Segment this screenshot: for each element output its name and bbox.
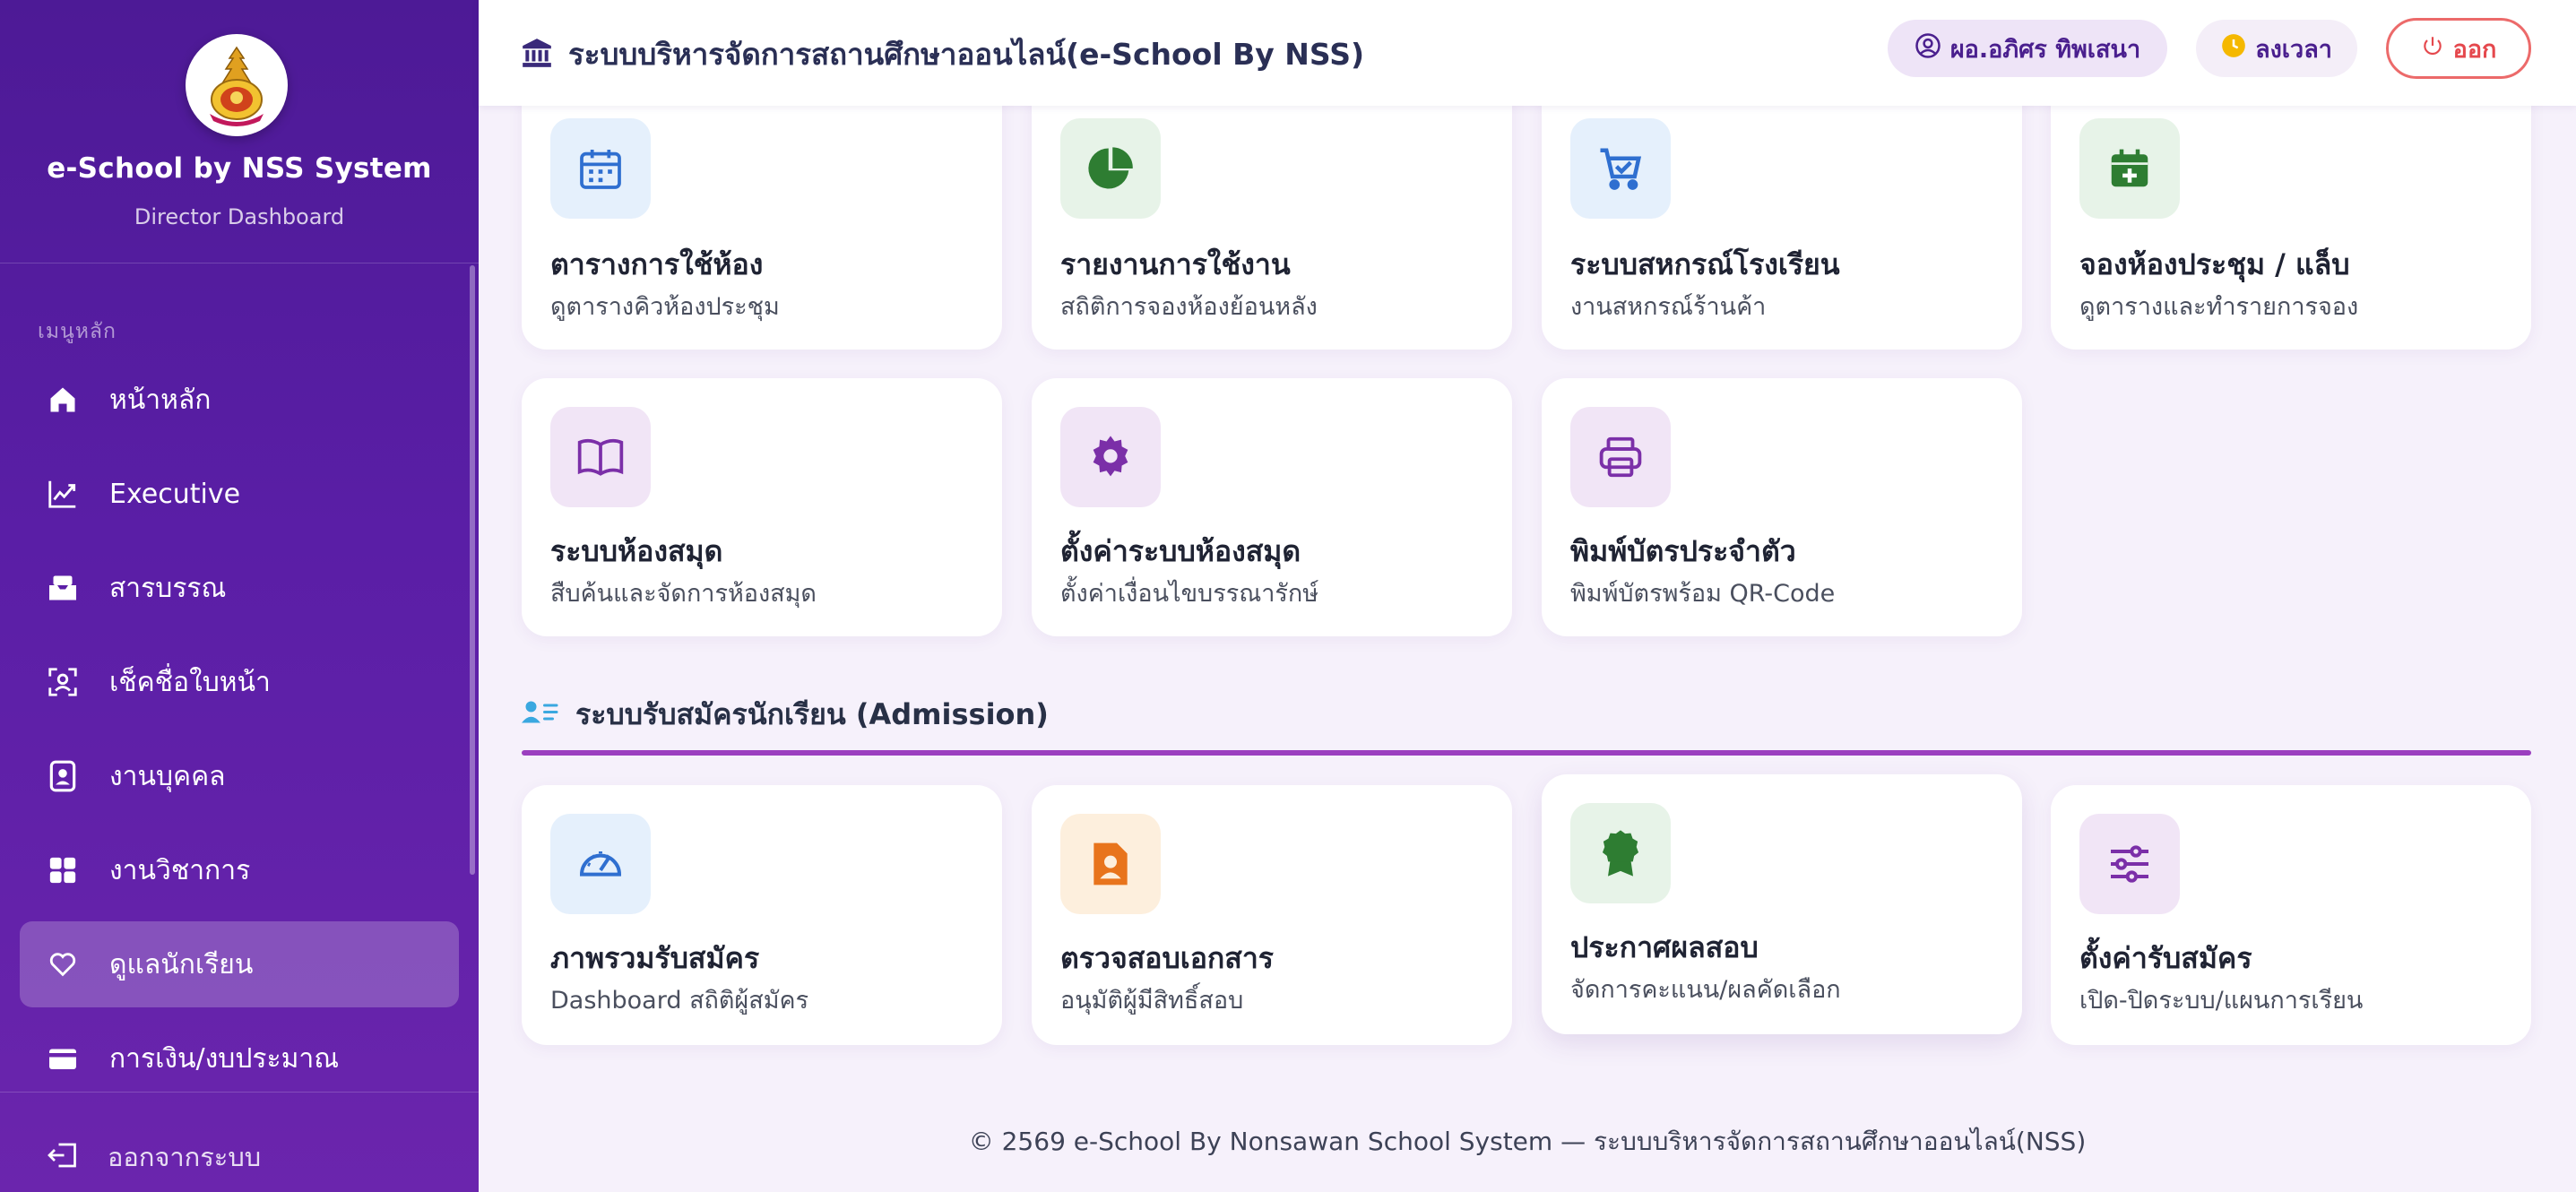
sidebar-item-home[interactable]: หน้าหลัก [20, 357, 459, 443]
sidebar-item-personnel[interactable]: งานบุคคล [20, 733, 459, 819]
logout-label: ออก [2452, 35, 2497, 64]
cart-icon [1570, 118, 1671, 219]
user-circle-icon [1915, 32, 1950, 65]
award-icon [1570, 803, 1671, 903]
footer-copyright: © 2569 e-School By Nonsawan School Syste… [968, 1127, 2087, 1156]
sidebar-item-label: สารบรรณ [109, 572, 227, 604]
id-badge-icon [43, 756, 82, 796]
sidebar: e-School by NSS System Director Dashboar… [0, 0, 479, 1192]
grid-icon [43, 851, 82, 890]
brand-title: e-School by NSS System [47, 152, 432, 185]
card-library[interactable]: ระบบห้องสมุด สืบค้นและจัดการห้องสมุด [522, 378, 1002, 636]
card-subtitle: สถิติการจองห้องย้อนหลัง [1060, 293, 1318, 321]
sidebar-item-academic[interactable]: งานวิชาการ [20, 827, 459, 913]
card-school-coop[interactable]: ระบบสหกรณ์โรงเรียน งานสหกรณ์ร้านค้า [1542, 77, 2022, 350]
sidebar-brand: e-School by NSS System Director Dashboar… [0, 0, 479, 263]
card-subtitle: สืบค้นและจัดการห้องสมุด [550, 580, 817, 608]
sidebar-item-executive[interactable]: Executive [20, 451, 459, 537]
card-room-schedule[interactable]: ตารางการใช้ห้อง ดูตารางคิวห้องประชุม [522, 77, 1002, 350]
face-scan-icon [43, 662, 82, 702]
page-title: ระบบบริหารจัดการสถานศึกษาออนไลน์(e-Schoo… [520, 30, 1364, 78]
sidebar-scrollbar[interactable] [470, 265, 475, 875]
pie-chart-icon [1060, 118, 1161, 219]
card-title: ตั้งค่ารับสมัคร [2079, 941, 2252, 975]
menu-heading: เมนูหลัก [38, 320, 117, 343]
clock-in-button[interactable]: ลงเวลา [2196, 20, 2357, 77]
sidebar-item-label: Executive [109, 478, 241, 510]
id-card-icon [522, 698, 559, 732]
card-library-settings[interactable]: ตั้งค่าระบบห้องสมุด ตั้งค่าเงื่อนไขบรรณา… [1032, 378, 1512, 636]
top-header: ระบบบริหารจัดการสถานศึกษาออนไลน์(e-Schoo… [479, 0, 2576, 106]
card-subtitle: Dashboard สถิติผู้สมัคร [550, 987, 809, 1015]
sidebar-item-finance[interactable]: การเงิน/งบประมาณ [20, 1015, 459, 1101]
calendar-icon [550, 118, 651, 219]
inbox-icon [43, 568, 82, 608]
home-icon [43, 380, 82, 419]
section-title: ระบบรับสมัครนักเรียน (Admission) [575, 697, 1049, 731]
card-verify-documents[interactable]: ตรวจสอบเอกสาร อนุมัติผู้มีสิทธิ์สอบ [1032, 785, 1512, 1045]
logout-icon [45, 1139, 81, 1175]
card-subtitle: อนุมัติผู้มีสิทธิ์สอบ [1060, 987, 1244, 1015]
book-icon [550, 407, 651, 507]
card-title: ระบบห้องสมุด [550, 534, 723, 568]
user-profile-button[interactable]: ผอ.อภิศร ทิพเสนา [1888, 20, 2167, 77]
card-subtitle: ตั้งค่าเงื่อนไขบรรณารักษ์ [1060, 580, 1319, 608]
calendar-plus-icon [2079, 118, 2180, 219]
document-person-icon [1060, 814, 1161, 914]
chart-line-icon [43, 474, 82, 514]
user-name: ผอ.อภิศร ทิพเสนา [1949, 35, 2141, 64]
sidebar-divider [0, 1092, 479, 1093]
brand-subtitle: Director Dashboard [134, 204, 345, 229]
clock-icon [2221, 33, 2255, 65]
card-title: พิมพ์บัตรประจำตัว [1570, 534, 1796, 568]
sidebar-item-label: การเงิน/งบประมาณ [109, 1042, 340, 1075]
card-title: ตรวจสอบเอกสาร [1060, 941, 1274, 975]
logout-button[interactable]: ออก [2386, 18, 2531, 79]
sidebar-item-label: ดูแลนักเรียน [109, 948, 254, 980]
admission-section-heading: ระบบรับสมัครนักเรียน (Admission) [522, 692, 1049, 738]
power-icon [2421, 34, 2453, 64]
sidebar-item-label: งานวิชาการ [109, 854, 251, 886]
section-divider [522, 750, 2531, 756]
card-subtitle: ดูตารางคิวห้องประชุม [550, 293, 780, 321]
sidebar-logout-button[interactable]: ออกจากระบบ [45, 1136, 261, 1178]
card-usage-report[interactable]: รายงานการใช้งาน สถิติการจองห้องย้อนหลัง [1032, 77, 1512, 350]
sidebar-item-label: หน้าหลัก [109, 384, 212, 416]
card-title: รายงานการใช้งาน [1060, 247, 1291, 281]
heart-icon [43, 945, 82, 984]
speedometer-icon [550, 814, 651, 914]
card-subtitle: งานสหกรณ์ร้านค้า [1570, 293, 1767, 321]
institution-icon [520, 36, 554, 73]
clock-in-label: ลงเวลา [2255, 35, 2332, 64]
card-title: ตั้งค่าระบบห้องสมุด [1060, 534, 1301, 568]
card-admission-overview[interactable]: ภาพรวมรับสมัคร Dashboard สถิติผู้สมัคร [522, 785, 1002, 1045]
header-title: ระบบบริหารจัดการสถานศึกษาออนไลน์(e-Schoo… [568, 37, 1365, 72]
card-book-meeting-room[interactable]: จองห้องประชุม / แล็บ ดูตารางและทำรายการจ… [2051, 77, 2531, 350]
sidebar-item-label: งานบุคคล [109, 760, 226, 792]
sliders-icon [2079, 814, 2180, 914]
sidebar-item-label: เช็คชื่อใบหน้า [109, 666, 271, 698]
school-logo [186, 34, 288, 136]
card-admission-settings[interactable]: ตั้งค่ารับสมัคร เปิด-ปิดระบบ/แผนการเรียน [2051, 785, 2531, 1045]
card-title: ระบบสหกรณ์โรงเรียน [1570, 247, 1840, 281]
gear-icon [1060, 407, 1161, 507]
card-subtitle: จัดการคะแนน/ผลคัดเลือก [1570, 976, 1841, 1004]
sidebar-item-documents[interactable]: สารบรรณ [20, 545, 459, 631]
card-title: ประกาศผลสอบ [1570, 930, 1759, 964]
card-subtitle: ดูตารางและทำรายการจอง [2079, 293, 2359, 321]
card-subtitle: พิมพ์บัตรพร้อม QR-Code [1570, 580, 1836, 608]
card-print-id-card[interactable]: พิมพ์บัตรประจำตัว พิมพ์บัตรพร้อม QR-Code [1542, 378, 2022, 636]
printer-icon [1570, 407, 1671, 507]
card-title: ตารางการใช้ห้อง [550, 247, 764, 281]
card-announce-results[interactable]: ประกาศผลสอบ จัดการคะแนน/ผลคัดเลือก [1542, 774, 2022, 1034]
card-title: จองห้องประชุม / แล็บ [2079, 247, 2350, 281]
wallet-icon [43, 1039, 82, 1078]
sidebar-item-face-checkin[interactable]: เช็คชื่อใบหน้า [20, 639, 459, 725]
card-subtitle: เปิด-ปิดระบบ/แผนการเรียน [2079, 987, 2364, 1015]
card-title: ภาพรวมรับสมัคร [550, 941, 760, 975]
sidebar-item-student-care[interactable]: ดูแลนักเรียน [20, 921, 459, 1007]
logout-label: ออกจากระบบ [108, 1142, 262, 1172]
